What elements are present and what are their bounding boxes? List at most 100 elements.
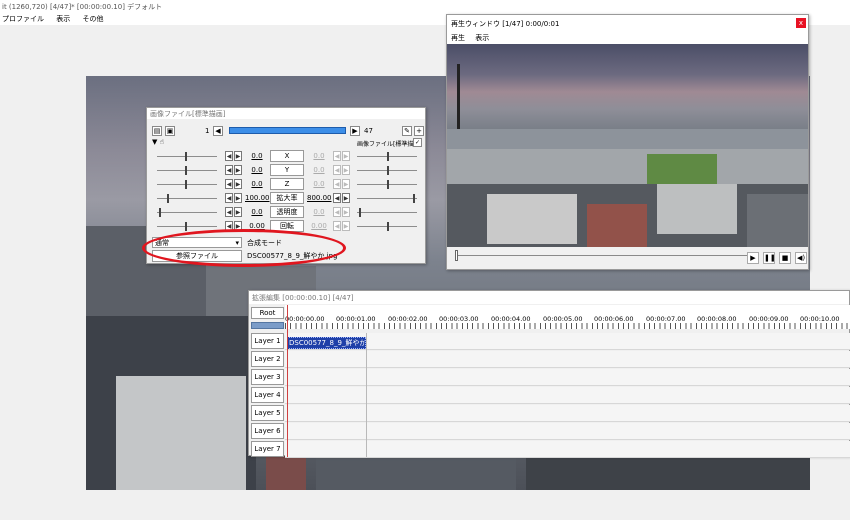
menu-view[interactable]: 表示	[56, 15, 70, 23]
frame-range-bar[interactable]	[229, 127, 346, 134]
layer-lane[interactable]	[285, 423, 850, 440]
prev-frame-icon[interactable]: ◀	[213, 126, 223, 136]
layer-lane[interactable]	[285, 351, 850, 368]
collapse-icon[interactable]: ▼ ☝	[152, 138, 164, 146]
slider-handle[interactable]	[387, 166, 389, 175]
param-label-button[interactable]: Z	[270, 178, 304, 190]
increment-arrow-icon[interactable]: ▶	[342, 151, 350, 161]
increment-arrow-icon[interactable]: ▶	[234, 179, 242, 189]
layer-header[interactable]: Layer 3	[251, 369, 284, 385]
param-value[interactable]: 0.0	[245, 166, 269, 174]
decrement-arrow-icon[interactable]: ◀	[333, 207, 341, 217]
param-label-button[interactable]: Y	[270, 164, 304, 176]
scene-overview[interactable]	[251, 322, 284, 329]
add-filter-icon[interactable]: +	[414, 126, 424, 136]
increment-arrow-icon[interactable]: ▶	[234, 193, 242, 203]
layer-lane[interactable]	[285, 387, 850, 404]
param-label-button[interactable]: 拡大率	[270, 192, 304, 204]
param-end-value[interactable]: 0.0	[307, 152, 331, 160]
increment-arrow-icon[interactable]: ▶	[234, 165, 242, 175]
param-value[interactable]: 100.00	[245, 194, 270, 202]
layer-header[interactable]: Layer 6	[251, 423, 284, 439]
decrement-arrow-icon[interactable]: ◀	[333, 179, 341, 189]
layer-lane[interactable]	[285, 441, 850, 458]
param-value[interactable]: 0.0	[245, 152, 269, 160]
param-label-button[interactable]: X	[270, 150, 304, 162]
layer-header[interactable]: Layer 7	[251, 441, 284, 457]
decrement-arrow-icon[interactable]: ◀	[333, 221, 341, 231]
play-button[interactable]: ▶	[747, 252, 759, 264]
main-title-bar: it (1260,720) [4/47]* [00:00:00.10] デフォル…	[0, 0, 850, 13]
increment-arrow-icon[interactable]: ▶	[234, 207, 242, 217]
ruler-label: 00:00:04.00	[491, 315, 531, 323]
playback-controls: ▶ ❚❚ ■ ◀)	[447, 247, 808, 269]
pause-button[interactable]: ❚❚	[763, 252, 776, 264]
param-end-value[interactable]: 800.00	[307, 194, 332, 202]
decrement-arrow-icon[interactable]: ◀	[333, 193, 341, 203]
playhead-cursor[interactable]	[287, 305, 288, 457]
next-frame-icon[interactable]: ▶	[350, 126, 360, 136]
menu-display[interactable]: 表示	[475, 34, 489, 42]
increment-arrow-icon[interactable]: ▶	[342, 207, 350, 217]
decrement-arrow-icon[interactable]: ◀	[225, 179, 233, 189]
playback-menu-bar: 再生 表示	[447, 33, 808, 44]
increment-arrow-icon[interactable]: ▶	[234, 151, 242, 161]
slider-handle[interactable]	[185, 166, 187, 175]
param-value[interactable]: 0.0	[245, 208, 269, 216]
slider-handle[interactable]	[387, 152, 389, 161]
layer-header[interactable]: Layer 5	[251, 405, 284, 421]
seek-bar[interactable]	[457, 255, 747, 256]
menu-profile[interactable]: プロファイル	[2, 15, 44, 23]
increment-arrow-icon[interactable]: ▶	[342, 165, 350, 175]
script-icon[interactable]: ✎	[402, 126, 412, 136]
seek-handle[interactable]	[455, 250, 458, 261]
param-row-scale: ◀ ▶ 100.00 拡大率 800.00 ◀ ▶	[147, 191, 427, 205]
ruler-label: 00:00:03.00	[439, 315, 479, 323]
decrement-arrow-icon[interactable]: ◀	[333, 151, 341, 161]
playback-title: 再生ウィンドウ [1/47] 0:00/0:01	[451, 20, 560, 28]
layer-lane[interactable]	[285, 405, 850, 422]
param-end-value[interactable]: 0.0	[307, 180, 331, 188]
layer-lane[interactable]	[285, 333, 850, 350]
decrement-arrow-icon[interactable]: ◀	[225, 193, 233, 203]
slider-handle[interactable]	[387, 180, 389, 189]
param-end-value[interactable]: 0.00	[307, 222, 331, 230]
timeline-clip[interactable]: DSC00577_8_9_鮮やか.jpg	[287, 337, 366, 349]
slider-handle[interactable]	[159, 208, 161, 217]
root-button[interactable]: Root	[251, 307, 284, 319]
slider-handle[interactable]	[359, 208, 361, 217]
increment-arrow-icon[interactable]: ▶	[342, 221, 350, 231]
enable-checkbox[interactable]: ✓	[413, 138, 422, 147]
slider-handle[interactable]	[185, 152, 187, 161]
checkbox-label: 画像ファイル[標準描画]	[357, 141, 422, 148]
increment-arrow-icon[interactable]: ▶	[342, 179, 350, 189]
stop-button[interactable]: ■	[779, 252, 791, 264]
ruler-label: 00:00:09.00	[749, 315, 789, 323]
time-ruler[interactable]: 00:00:00.00 00:00:01.00 00:00:02.00 00:0…	[285, 305, 850, 329]
camera-icon[interactable]: ▣	[165, 126, 175, 136]
volume-button[interactable]: ◀)	[795, 252, 807, 264]
slider-handle[interactable]	[185, 222, 187, 231]
playback-title-bar: 再生ウィンドウ [1/47] 0:00/0:01 x	[447, 15, 808, 33]
param-value[interactable]: 0.0	[245, 180, 269, 188]
decrement-arrow-icon[interactable]: ◀	[333, 165, 341, 175]
decrement-arrow-icon[interactable]: ◀	[225, 207, 233, 217]
slider-handle[interactable]	[185, 180, 187, 189]
decrement-arrow-icon[interactable]: ◀	[225, 151, 233, 161]
increment-arrow-icon[interactable]: ▶	[342, 193, 350, 203]
menu-play[interactable]: 再生	[451, 34, 465, 42]
decrement-arrow-icon[interactable]: ◀	[225, 165, 233, 175]
layer-header[interactable]: Layer 1	[251, 333, 284, 349]
layer-lane[interactable]	[285, 369, 850, 386]
slider-handle[interactable]	[387, 222, 389, 231]
slider-handle[interactable]	[167, 194, 169, 203]
slider-handle[interactable]	[413, 194, 415, 203]
param-end-value[interactable]: 0.0	[307, 208, 331, 216]
layer-header[interactable]: Layer 2	[251, 351, 284, 367]
layer-header[interactable]: Layer 4	[251, 387, 284, 403]
menu-other[interactable]: その他	[82, 15, 103, 23]
param-end-value[interactable]: 0.0	[307, 166, 331, 174]
copy-icon[interactable]: ▤	[152, 126, 162, 136]
close-button[interactable]: x	[796, 18, 806, 28]
param-label-button[interactable]: 透明度	[270, 206, 304, 218]
